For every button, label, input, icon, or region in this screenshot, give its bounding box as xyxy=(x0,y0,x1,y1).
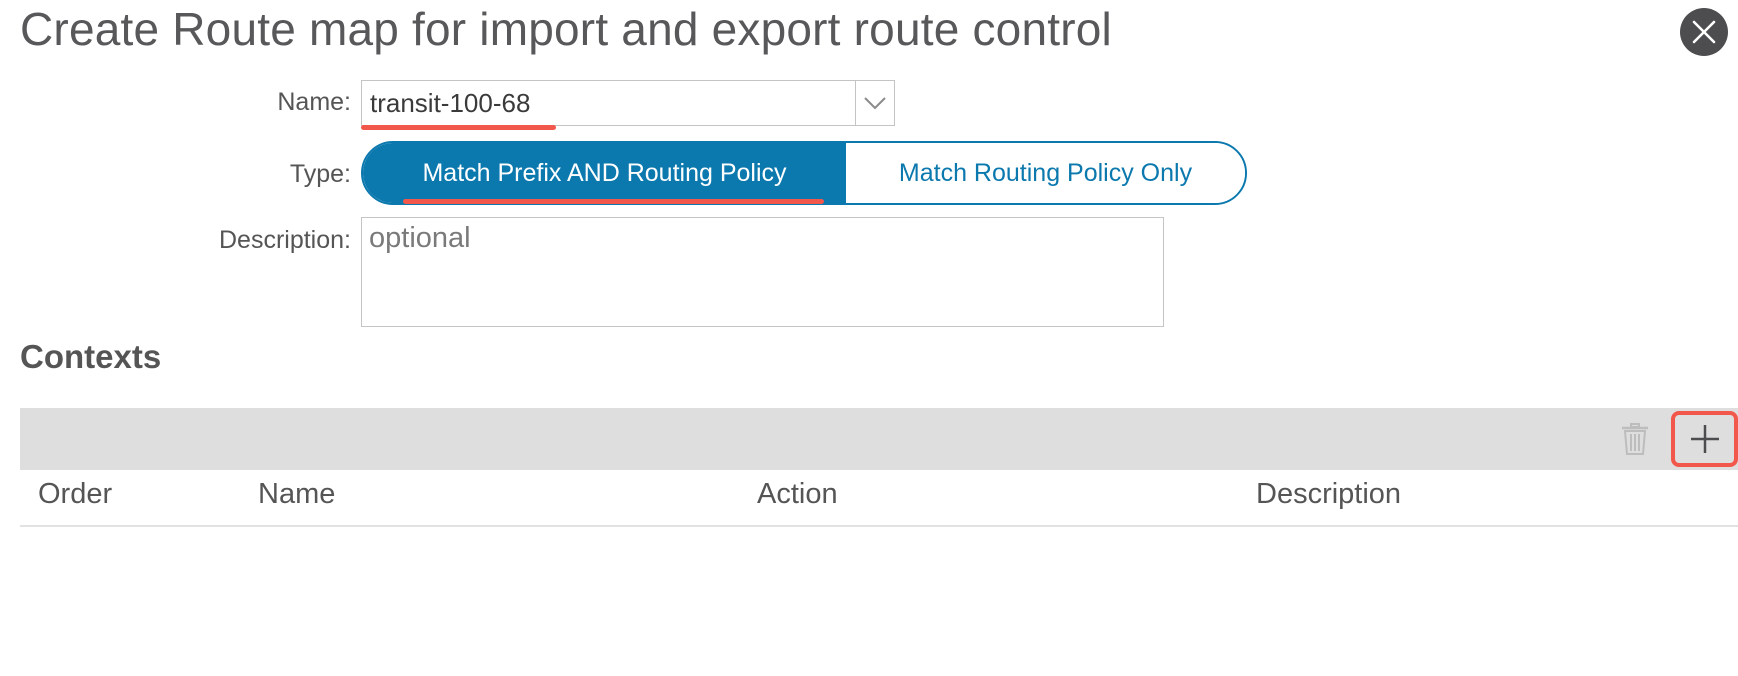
name-dropdown-button[interactable] xyxy=(855,81,894,125)
column-header-name[interactable]: Name xyxy=(258,478,335,511)
contexts-section-title: Contexts xyxy=(20,338,162,375)
dialog-title: Create Route map for import and export r… xyxy=(20,3,1112,55)
type-option-match-routing-policy-only[interactable]: Match Routing Policy Only xyxy=(846,143,1245,203)
column-header-order[interactable]: Order xyxy=(38,478,112,511)
column-header-description[interactable]: Description xyxy=(1256,478,1401,511)
close-button[interactable] xyxy=(1680,8,1728,56)
table-header-divider xyxy=(20,525,1738,527)
trash-icon xyxy=(1622,423,1648,455)
add-context-button[interactable] xyxy=(1671,411,1738,467)
name-input[interactable]: transit-100-68 xyxy=(362,81,855,125)
delete-context-button[interactable] xyxy=(1610,414,1660,464)
type-highlight-underline xyxy=(403,199,824,204)
route-map-dialog: Create Route map for import and export r… xyxy=(0,0,1738,676)
type-label: Type: xyxy=(289,160,351,188)
description-label: Description: xyxy=(219,226,351,254)
plus-icon xyxy=(1690,425,1719,453)
close-icon xyxy=(1692,20,1716,44)
description-input[interactable] xyxy=(361,217,1164,327)
column-header-action[interactable]: Action xyxy=(757,478,838,511)
contexts-toolbar xyxy=(20,408,1738,470)
name-highlight-underline xyxy=(361,125,556,130)
type-option-match-prefix-and-routing-policy[interactable]: Match Prefix AND Routing Policy xyxy=(363,143,846,203)
type-toggle: Match Prefix AND Routing Policy Match Ro… xyxy=(361,141,1247,205)
name-label: Name: xyxy=(277,88,351,116)
name-combobox[interactable]: transit-100-68 xyxy=(361,80,895,126)
chevron-down-icon xyxy=(864,97,886,110)
